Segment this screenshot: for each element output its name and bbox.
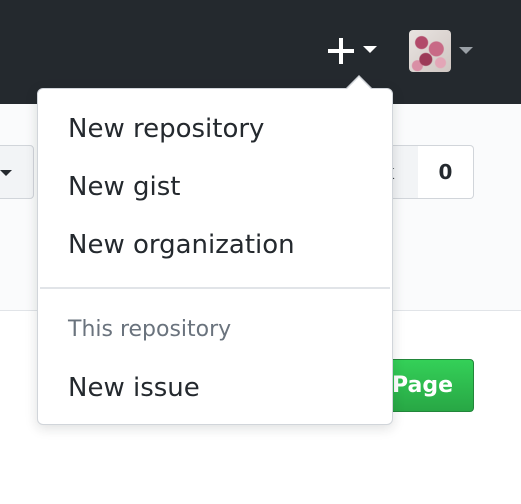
menu-item-new-issue[interactable]: New issue bbox=[38, 362, 392, 414]
caret-down-icon bbox=[363, 46, 377, 53]
caret-down-icon bbox=[459, 47, 473, 54]
menu-divider bbox=[40, 287, 390, 289]
menu-section-header: This repository bbox=[68, 317, 232, 342]
caret-down-icon bbox=[0, 170, 12, 176]
menu-item-new-organization[interactable]: New organization bbox=[38, 219, 392, 271]
avatar bbox=[409, 30, 451, 72]
user-menu-button[interactable] bbox=[409, 30, 479, 74]
dropdown-arrow-fill bbox=[347, 77, 371, 89]
create-new-dropdown-menu: New repository New gist New organization… bbox=[37, 88, 393, 425]
menu-item-new-repository[interactable]: New repository bbox=[38, 103, 392, 155]
create-new-button[interactable] bbox=[322, 34, 382, 68]
menu-item-new-gist[interactable]: New gist bbox=[38, 161, 392, 213]
fork-count[interactable]: 0 bbox=[418, 145, 474, 199]
plus-icon bbox=[326, 36, 356, 66]
